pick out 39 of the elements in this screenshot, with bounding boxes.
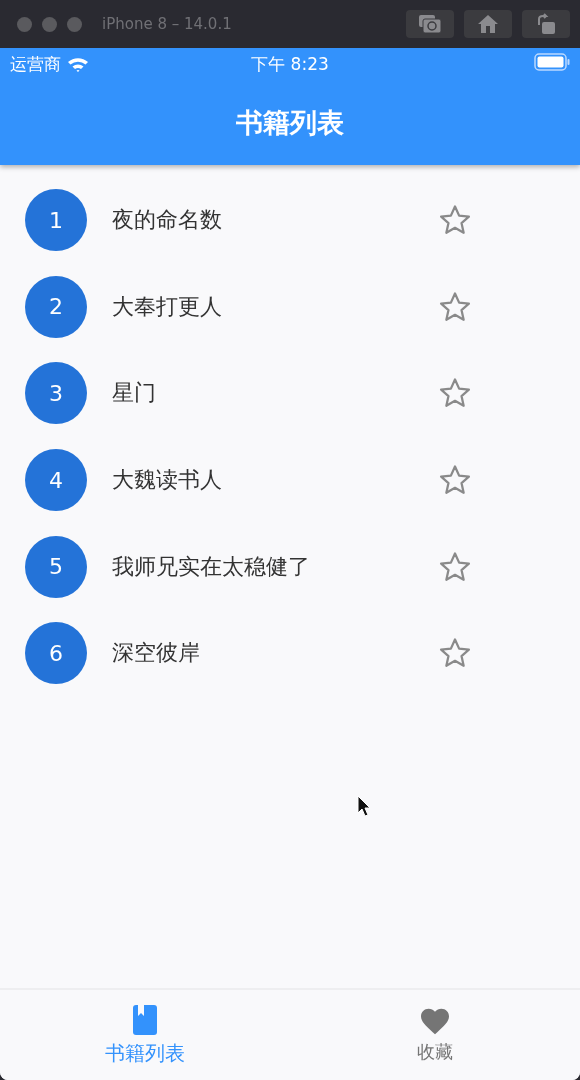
- index-avatar: 2: [25, 275, 87, 338]
- book-icon: [132, 1003, 158, 1036]
- home-button[interactable]: [464, 10, 512, 38]
- nav-tab[interactable]: 收藏: [290, 990, 580, 1080]
- window-control[interactable]: [17, 16, 32, 32]
- star-icon[interactable]: [438, 289, 472, 324]
- window-control[interactable]: [67, 16, 82, 32]
- book-list-item[interactable]: 2 大奉打更人: [0, 263, 580, 351]
- book-list-item[interactable]: 5 我师兄实在太稳健了: [0, 523, 580, 610]
- star-icon[interactable]: [438, 549, 472, 584]
- rotate-button[interactable]: [522, 10, 570, 38]
- book-list-item[interactable]: 3 星门: [0, 350, 580, 437]
- camera-icon: [418, 14, 442, 34]
- status-time: 下午 8:23: [251, 52, 329, 76]
- heart-icon: [419, 1006, 451, 1036]
- wifi-icon: [67, 56, 89, 72]
- mouse-cursor-icon: [357, 795, 373, 819]
- book-title: 深空彼岸: [112, 639, 201, 668]
- book-list-item[interactable]: 6 深空彼岸: [0, 609, 580, 697]
- book-title: 大魏读书人: [112, 466, 223, 495]
- book-title: 我师兄实在太稳健了: [112, 552, 311, 581]
- rotate-icon: [536, 13, 556, 35]
- index-avatar: 1: [25, 189, 87, 252]
- book-title: 大奉打更人: [112, 292, 223, 321]
- book-title: 夜的命名数: [112, 206, 223, 235]
- carrier-name: 运营商: [10, 52, 61, 76]
- index-avatar: 3: [25, 362, 87, 425]
- battery-icon: [534, 53, 570, 71]
- index-avatar: 4: [25, 449, 87, 512]
- app-bar-title: 书籍列表: [236, 105, 344, 140]
- book-list-item[interactable]: 4 大魏读书人: [0, 436, 580, 524]
- book-list-item[interactable]: 1 夜的命名数: [0, 177, 580, 264]
- index-avatar: 5: [25, 535, 87, 598]
- home-icon: [477, 14, 499, 34]
- book-title: 星门: [112, 379, 157, 408]
- window-title: iPhone 8 – 14.0.1: [102, 15, 233, 33]
- index-avatar: 6: [25, 622, 87, 685]
- screenshot-button[interactable]: [406, 10, 454, 38]
- window-control[interactable]: [42, 16, 57, 32]
